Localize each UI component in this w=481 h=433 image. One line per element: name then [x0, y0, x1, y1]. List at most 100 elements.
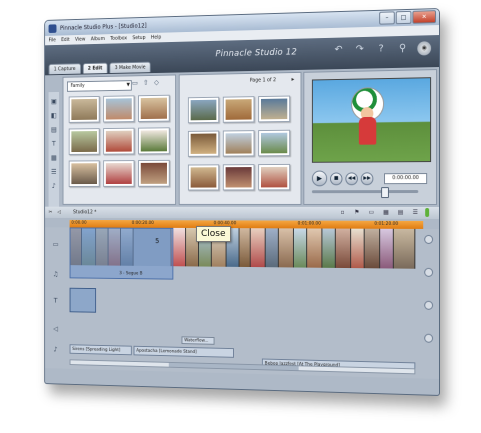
photo-thumb[interactable] — [69, 96, 100, 123]
menu-help[interactable]: Help — [151, 33, 161, 43]
photo-thumb[interactable] — [69, 160, 100, 187]
delete-icon[interactable]: ▭ — [367, 208, 377, 217]
menu-view[interactable]: View — [75, 35, 85, 45]
video-clip[interactable] — [294, 228, 307, 267]
mode-tabs: 1 Capture 2 Edit 3 Make Movie — [49, 62, 151, 75]
rewind-icon[interactable]: ◀◀ — [345, 172, 358, 185]
stop-icon[interactable]: ■ — [330, 172, 342, 185]
video-clip[interactable] — [172, 228, 187, 266]
photo-thumb[interactable] — [258, 130, 290, 157]
player-panel: ▶ ■ ◀◀ ▶▶ 0:00:00.00 — [303, 69, 437, 205]
maximize-button[interactable]: □ — [396, 11, 412, 24]
timecode-field[interactable]: 0:00:00.00 — [384, 173, 427, 184]
photo-thumb[interactable] — [188, 97, 219, 123]
titles-icon[interactable]: T — [50, 140, 58, 149]
album-folder-select[interactable]: Family ▼ — [67, 80, 132, 92]
menus-icon[interactable]: ☰ — [50, 168, 58, 176]
sound-track-icon: ◁ — [50, 325, 60, 333]
volume-knob[interactable] — [424, 235, 433, 244]
close-button[interactable]: ✕ — [412, 10, 436, 24]
track-volume-controls — [424, 235, 433, 343]
photo-thumb[interactable] — [188, 164, 219, 190]
video-clip[interactable] — [322, 229, 335, 268]
app-window: Pinnacle Studio Plus - [Studio12] – □ ✕ … — [44, 8, 440, 396]
menu-setup[interactable]: Setup — [132, 33, 145, 43]
menu-toolbox[interactable]: Toolbox — [110, 34, 127, 44]
marker-icon[interactable]: ▫ — [338, 208, 348, 217]
album-page-left: Family ▼ ▭ ⇧ ◇ — [63, 74, 176, 204]
video-clip[interactable] — [365, 229, 381, 269]
tag-icon[interactable]: ◇ — [152, 79, 160, 88]
tab-make-movie[interactable]: 3 Make Movie — [109, 62, 151, 73]
play-icon[interactable]: ▶ — [312, 171, 327, 187]
photo-thumb[interactable] — [258, 96, 290, 123]
storyboard-view-icon[interactable]: ▦ — [381, 208, 391, 217]
video-icon[interactable]: ▣ — [50, 98, 58, 107]
child-figure — [359, 117, 376, 145]
text-view-icon[interactable]: ☰ — [410, 208, 420, 217]
redo-icon[interactable]: ↷ — [353, 43, 367, 57]
help-icon[interactable]: ? — [374, 42, 388, 56]
sound-effect-clip[interactable]: Waterflow... — [182, 336, 215, 344]
split-icon[interactable]: ⚑ — [352, 208, 362, 217]
bulb-icon[interactable]: ⚲ — [396, 42, 410, 56]
ruler-tick: 0:00:20.00 — [132, 220, 154, 228]
folder-up-icon[interactable]: ⇧ — [142, 79, 150, 88]
speaker-icon[interactable]: ◁ — [57, 207, 60, 218]
volume-knob[interactable] — [424, 301, 433, 310]
photo-thumb[interactable] — [223, 130, 255, 156]
minimize-button[interactable]: – — [379, 11, 395, 24]
photo-thumb[interactable] — [138, 127, 170, 154]
undo-icon[interactable]: ↶ — [332, 43, 345, 57]
fast-forward-icon[interactable]: ▶▶ — [361, 172, 374, 185]
photo-thumb[interactable] — [103, 128, 134, 155]
photo-thumb[interactable] — [138, 95, 170, 122]
menu-album[interactable]: Album — [91, 34, 105, 44]
project-name: Studio12 * — [73, 207, 96, 218]
disc-icon[interactable]: ◉ — [417, 41, 431, 55]
photo-thumb[interactable] — [103, 160, 134, 187]
transitions-icon[interactable]: ◧ — [50, 112, 58, 121]
photo-thumb[interactable] — [223, 96, 255, 123]
photo-thumb[interactable] — [138, 160, 170, 187]
photos-icon[interactable]: ▦ — [50, 154, 58, 163]
video-clip[interactable] — [266, 228, 279, 267]
tab-edit[interactable]: 2 Edit — [83, 63, 108, 74]
photo-thumb[interactable] — [223, 164, 255, 190]
video-clip[interactable] — [240, 228, 251, 267]
preview-screen — [312, 77, 431, 163]
video-clip[interactable] — [394, 229, 416, 269]
photo-thumb[interactable] — [103, 95, 134, 122]
video-clip[interactable] — [279, 228, 294, 267]
photo-thumb[interactable] — [188, 131, 219, 157]
title-clip[interactable] — [70, 288, 96, 313]
volume-knob[interactable] — [424, 268, 433, 277]
folder-icon[interactable]: ▭ — [131, 79, 139, 88]
video-clip[interactable] — [380, 229, 394, 269]
video-clip[interactable] — [336, 229, 351, 269]
scissors-icon[interactable]: ✂ — [49, 207, 53, 218]
album-folder-value: Family — [70, 83, 84, 89]
video-track-icon: ▭ — [50, 241, 60, 249]
brand-title: Pinnacle Studio 12 — [215, 48, 297, 60]
menu-edit[interactable]: Edit — [61, 35, 70, 45]
volume-knob[interactable] — [424, 334, 433, 343]
sound-effects-icon[interactable]: ♪ — [50, 182, 58, 190]
video-clip[interactable] — [307, 228, 322, 267]
scrubber-slider[interactable] — [312, 190, 418, 193]
themes-icon[interactable]: ▤ — [50, 126, 58, 135]
menu-file[interactable]: File — [49, 36, 56, 46]
scrubber-knob[interactable] — [381, 187, 389, 198]
tab-capture[interactable]: 1 Capture — [49, 63, 81, 74]
music-clip[interactable]: Apostacha [Lemonade Stand] — [134, 346, 234, 358]
video-clip[interactable] — [351, 229, 365, 269]
app-icon — [49, 24, 57, 33]
next-page-icon[interactable]: ▸ — [289, 76, 297, 84]
music-clip[interactable]: Sirens [Spreading Light] — [70, 344, 132, 355]
scrollbar-thumb[interactable] — [169, 363, 299, 370]
photo-thumb[interactable] — [258, 164, 290, 190]
timeline-view-icon[interactable]: ▤ — [396, 208, 406, 217]
photo-thumb[interactable] — [69, 128, 100, 155]
video-clip[interactable] — [251, 228, 266, 267]
album-section-bar: ▣ ◧ ▤ T ▦ ☰ ♪ — [49, 92, 59, 209]
